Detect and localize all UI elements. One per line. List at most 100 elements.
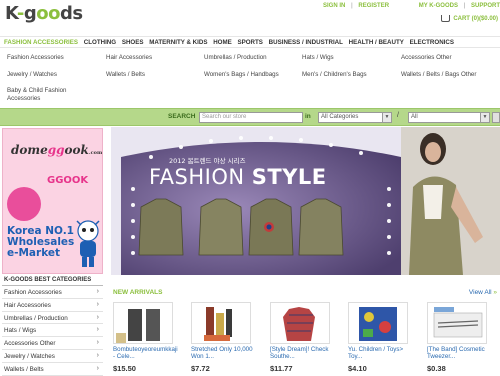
category-select[interactable]: All Categories ▼ <box>318 112 392 123</box>
domeggook-ad-banner[interactable]: domeggook.com GGOOK Korea NO.1 Wholesale… <box>2 128 103 274</box>
submenu-item[interactable]: Jewelry / Watches <box>7 71 57 79</box>
search-input[interactable]: Search our store <box>199 112 303 123</box>
product-card[interactable]: Yu. Children / Toys> Toy... $4.10 <box>348 302 408 376</box>
scope-select-value: All <box>411 114 418 120</box>
product-image[interactable] <box>113 302 173 344</box>
product-name[interactable]: [The Band] Cosmetic Tweezer... <box>427 346 489 360</box>
logo-letters-ds: ds <box>60 3 83 24</box>
mascot-icon <box>76 220 100 267</box>
support-link[interactable]: SUPPORT <box>471 3 500 9</box>
product-card[interactable]: [The Band] Cosmetic Tweezer... $0.38 <box>427 302 487 376</box>
sign-in-link[interactable]: SIGN IN <box>323 3 345 9</box>
register-link[interactable]: REGISTER <box>358 3 389 9</box>
view-all-label: View All <box>468 289 492 296</box>
nav-shoes[interactable]: SHOES <box>118 37 144 46</box>
search-in-label: in <box>305 113 311 120</box>
top-links-separator-2: | <box>463 3 466 9</box>
search-bar: SEARCH Search our store in All Categorie… <box>0 108 500 126</box>
ad-badge-icon <box>7 187 41 221</box>
best-category-item[interactable]: Accessories Other › <box>2 337 103 350</box>
product-image[interactable] <box>270 302 330 344</box>
submenu-item[interactable]: Accessories Other <box>401 54 452 62</box>
my-kgoods-link[interactable]: MY K-GOODS <box>419 3 458 9</box>
domeggook-logo-part: gg <box>47 143 65 157</box>
product-image[interactable] <box>427 302 487 344</box>
chevron-right-icon: › <box>96 313 99 321</box>
logo-letter-k: K <box>5 3 17 24</box>
best-category-label: Accessories Other <box>4 340 56 348</box>
chevron-right-icon: › <box>96 300 99 308</box>
banner-art <box>111 127 500 275</box>
jacket-shapes <box>138 198 344 256</box>
select-separator: / <box>397 112 399 119</box>
product-card[interactable]: [Style Dream]! Check Southe... $11.77 <box>270 302 330 376</box>
cart-label: CART (0)($0.00) <box>453 16 498 23</box>
product-card[interactable]: Bombuteoyeoreumkkaji - Cele... $15.50 <box>113 302 178 376</box>
best-category-label: Umbrellas / Production <box>4 314 68 322</box>
fashion-accessories-submenu: Fashion Accessories Hair Accessories Umb… <box>0 50 500 106</box>
chevron-right-icon: › <box>96 339 99 347</box>
submenu-item[interactable]: Women's Bags / Handbags <box>204 71 279 79</box>
top-links: SIGN IN | REGISTER MY K-GOODS | SUPPORT <box>319 3 500 9</box>
product-image[interactable] <box>191 302 251 344</box>
ad-headline-line: e-Market <box>7 247 61 259</box>
best-category-item[interactable]: Umbrellas / Production › <box>2 312 103 325</box>
best-categories: K-GOODS BEST CATEGORIES Fashion Accessor… <box>2 276 103 376</box>
top-links-separator: | <box>351 3 353 9</box>
nav-fashion-accessories[interactable]: FASHION ACCESSORIES <box>0 37 78 46</box>
cart-link[interactable]: CART (0)($0.00) <box>441 15 498 22</box>
product-card[interactable]: Stretched Only 10,000 Won 1... $7.72 <box>191 302 253 376</box>
nav-home[interactable]: HOME <box>209 37 232 46</box>
product-name[interactable]: Bombuteoyeoreumkkaji - Cele... <box>113 346 178 360</box>
view-all-link[interactable]: View All » <box>469 289 497 296</box>
domeggook-logo-part: ook <box>64 143 89 157</box>
search-label: SEARCH <box>168 113 196 120</box>
nav-electronics[interactable]: ELECTRONICS <box>406 37 454 46</box>
product-name[interactable]: [Style Dream]! Check Southe... <box>270 346 332 360</box>
chevron-down-icon: ▼ <box>480 113 489 122</box>
best-category-item[interactable]: Hair Accessories › <box>2 299 103 312</box>
product-price: $7.72 <box>191 364 210 373</box>
banner-subtitle: 2012 봄트렌드 야상 시리즈 <box>169 157 246 165</box>
submenu-item[interactable]: Men's / Children's Bags <box>302 71 367 79</box>
best-category-label: Fashion Accessories <box>4 289 62 296</box>
submenu-item[interactable]: Umbrellas / Production <box>204 54 267 62</box>
product-price: $11.77 <box>270 364 293 373</box>
cart-icon <box>441 15 451 22</box>
submenu-item-baby-child[interactable]: Baby & Child Fashion Accessories <box>7 87 67 103</box>
category-nav: FASHION ACCESSORIES CLOTHING SHOES MATER… <box>0 36 500 48</box>
submenu-item[interactable]: Wallets / Belts / Bags Other <box>401 71 476 79</box>
nav-clothing[interactable]: CLOTHING <box>80 37 116 46</box>
nav-health-beauty[interactable]: HEALTH / BEAUTY <box>345 37 404 46</box>
best-category-item[interactable]: Fashion Accessories › <box>2 286 103 299</box>
ad-headline: Korea NO.1 Wholesales e-Market <box>7 226 74 259</box>
submenu-item[interactable]: Fashion Accessories <box>7 54 64 62</box>
nav-business-industrial[interactable]: BUSINESS / INDUSTRIAL <box>265 37 343 46</box>
best-category-item[interactable]: Hats / Wigs › <box>2 324 103 338</box>
banner-title: FASHION STYLE <box>149 165 327 189</box>
nav-maternity-kids[interactable]: MATERNITY & KIDS <box>145 37 207 46</box>
logo-letter-g: g <box>23 3 37 24</box>
product-image[interactable] <box>348 302 408 344</box>
best-categories-title: K-GOODS BEST CATEGORIES <box>2 276 103 286</box>
best-category-item[interactable]: Wallets / Belts › <box>2 363 103 376</box>
product-name[interactable]: Stretched Only 10,000 Won 1... <box>191 346 253 360</box>
submenu-item[interactable]: Hair Accessories <box>106 54 152 62</box>
submenu-item[interactable]: Wallets / Belts <box>106 71 145 79</box>
search-go-button[interactable] <box>492 112 500 123</box>
chevron-right-icon: › <box>96 351 99 359</box>
fashion-style-banner[interactable]: 2012 봄트렌드 야상 시리즈 FASHION STYLE <box>111 127 500 275</box>
ggook-logo: GGOOK <box>47 175 89 186</box>
submenu-item[interactable]: Hats / Wigs <box>302 54 334 62</box>
scope-select[interactable]: All ▼ <box>408 112 490 123</box>
product-price: $4.10 <box>348 364 367 373</box>
product-name[interactable]: Yu. Children / Toys> Toy... <box>348 346 410 360</box>
best-category-label: Wallets / Belts <box>4 365 44 373</box>
best-category-label: Jewelry / Watches <box>4 352 55 360</box>
logo-letters-oo: oo <box>36 3 60 24</box>
k-goods-logo[interactable]: K-goods <box>5 3 83 24</box>
chevron-right-icon: › <box>96 326 99 334</box>
best-category-item[interactable]: Jewelry / Watches › <box>2 350 103 363</box>
nav-sports[interactable]: SPORTS <box>233 37 262 46</box>
submenu-item-line: Accessories <box>7 95 41 102</box>
